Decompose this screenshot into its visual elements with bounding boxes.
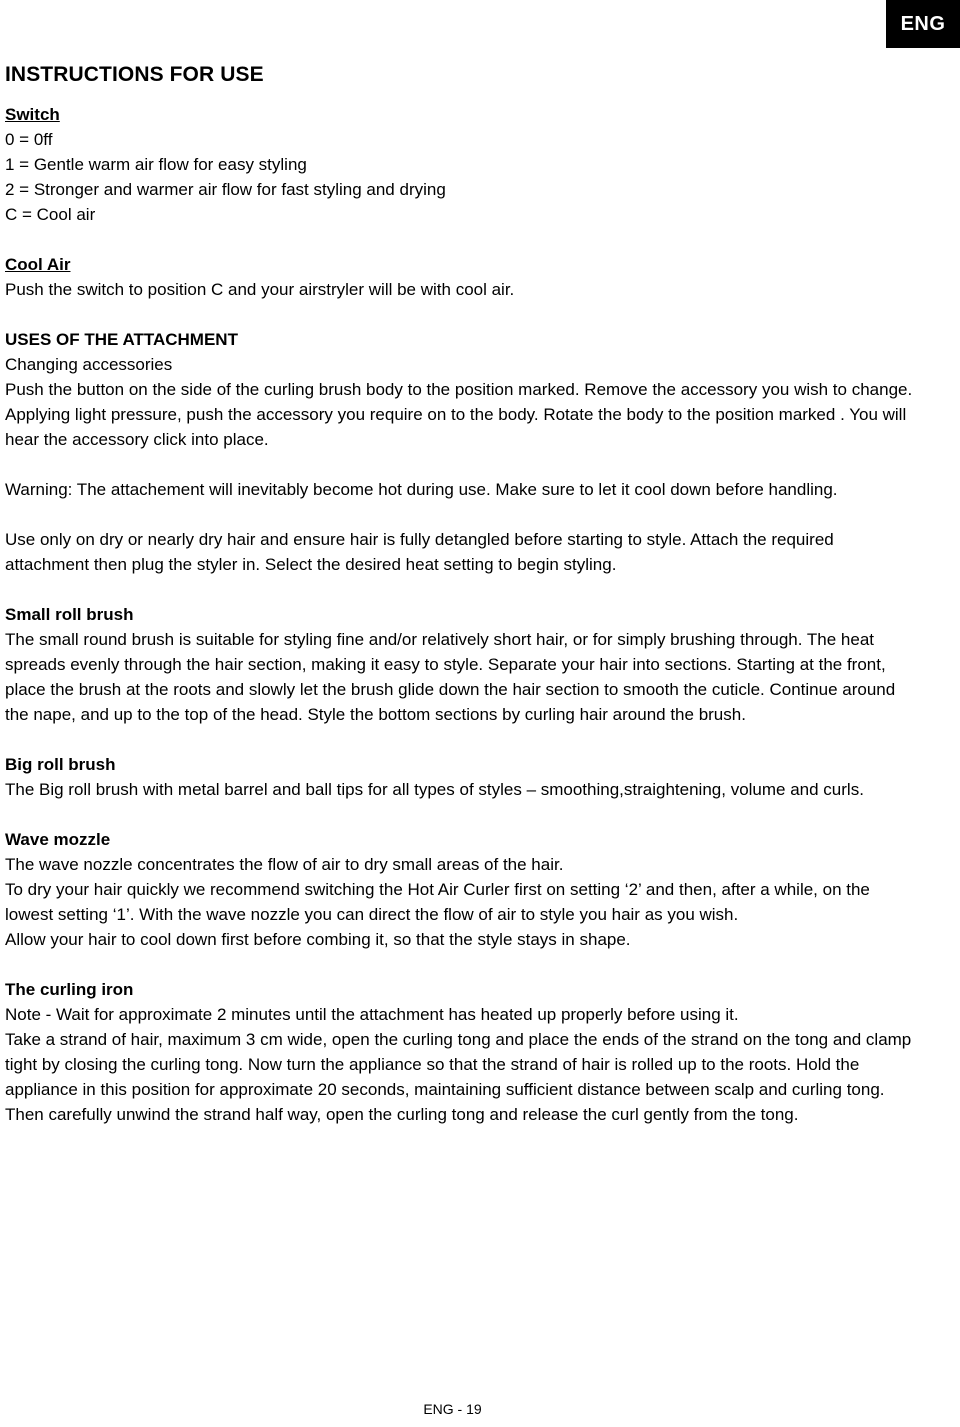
spacer-before-big-roll-brush: [5, 727, 915, 752]
section-cool-air: Cool Air Push the switch to position C a…: [5, 252, 915, 302]
page-footer: ENG - 19: [0, 1400, 905, 1418]
section-curling-iron-heading: The curling iron: [5, 980, 134, 999]
switch-option-1: 1 = Gentle warm air flow for easy stylin…: [5, 155, 307, 174]
spacer-before-curling-iron: [5, 952, 915, 977]
section-uses-subheading: Changing accessories: [5, 355, 173, 374]
section-switch-heading-wrap: Switch: [5, 102, 915, 127]
language-badge-label: ENG: [900, 12, 946, 35]
spacer-after-cool-air: [5, 302, 915, 327]
page-title: INSTRUCTIONS FOR USE: [5, 63, 264, 86]
section-switch: Switch 0 = 0ff 1 = Gentle warm air flow …: [5, 102, 915, 227]
section-uses-of-attachment: USES OF THE ATTACHMENT Changing accessor…: [5, 327, 915, 577]
section-wave-mozzle: Wave mozzle The wave nozzle concentrates…: [5, 827, 915, 952]
section-cool-air-heading-wrap: Cool Air: [5, 252, 915, 277]
big-roll-brush-body: The Big roll brush with metal barrel and…: [5, 780, 864, 799]
switch-option-c: C = Cool air: [5, 205, 96, 224]
wave-mozzle-paragraph-1: The wave nozzle concentrates the flow of…: [5, 855, 564, 874]
wave-mozzle-paragraph-2: To dry your hair quickly we recommend sw…: [5, 880, 870, 924]
section-wave-mozzle-heading: Wave mozzle: [5, 830, 111, 849]
spacer-before-warning: [5, 452, 915, 477]
spacer-after-switch: [5, 227, 915, 252]
uses-paragraph-4: Use only on dry or nearly dry hair and e…: [5, 530, 834, 574]
curling-iron-paragraph-2: Take a strand of hair, maximum 3 cm wide…: [5, 1030, 912, 1124]
small-roll-brush-body: The small round brush is suitable for st…: [5, 630, 896, 724]
section-big-roll-brush-heading: Big roll brush: [5, 755, 116, 774]
uses-paragraph-1: Push the button on the side of the curli…: [5, 380, 913, 399]
section-uses-heading: USES OF THE ATTACHMENT: [5, 330, 238, 349]
spacer-before-small-roll-brush: [5, 577, 915, 602]
spacer-before-usage: [5, 502, 915, 527]
section-small-roll-brush: Small roll brush The small round brush i…: [5, 602, 915, 727]
section-curling-iron: The curling iron Note - Wait for approxi…: [5, 977, 915, 1127]
spacer-before-wave-mozzle: [5, 802, 915, 827]
wave-mozzle-paragraph-3: Allow your hair to cool down first befor…: [5, 930, 631, 949]
section-small-roll-brush-heading: Small roll brush: [5, 605, 134, 624]
page-content: INSTRUCTIONS FOR USE Switch 0 = 0ff 1 = …: [5, 62, 915, 1127]
uses-warning-paragraph: Warning: The attachement will inevitably…: [5, 480, 838, 499]
uses-paragraph-2: Applying light pressure, push the access…: [5, 405, 907, 449]
switch-option-0: 0 = 0ff: [5, 130, 53, 149]
cool-air-body: Push the switch to position C and your a…: [5, 280, 515, 299]
footer-page-label: ENG - 19: [423, 1401, 482, 1417]
language-badge: ENG: [886, 0, 960, 48]
section-switch-heading: Switch: [5, 105, 60, 124]
curling-iron-paragraph-1: Note - Wait for approximate 2 minutes un…: [5, 1005, 739, 1024]
section-big-roll-brush: Big roll brush The Big roll brush with m…: [5, 752, 915, 802]
section-cool-air-heading: Cool Air: [5, 255, 71, 274]
switch-option-2: 2 = Stronger and warmer air flow for fas…: [5, 180, 446, 199]
